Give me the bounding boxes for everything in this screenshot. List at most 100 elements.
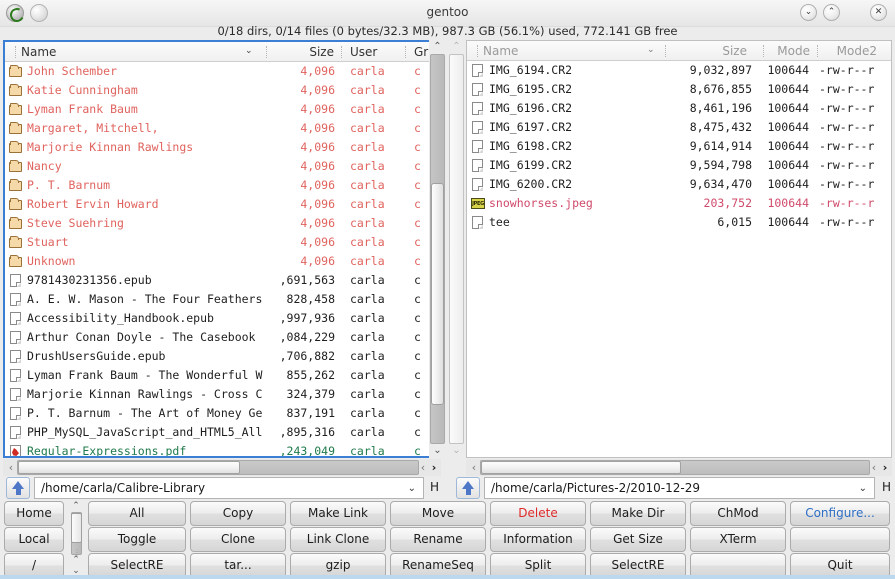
right-h-label[interactable]: H: [882, 480, 891, 494]
table-row[interactable]: Katie Cunningham 4,096 carla c: [5, 81, 439, 100]
table-row[interactable]: Marjorie Kinnan Rawlings 4,096 carla c: [5, 138, 439, 157]
right-col-size[interactable]: Size: [707, 44, 747, 58]
right-file-list[interactable]: IMG_6194.CR2 9,032,897 100644 -rw-r--r IMG_6…: [467, 61, 891, 457]
table-row[interactable]: snowhorses.jpeg 203,752 100644 -rw-r--r: [467, 194, 891, 213]
hscroll-thumb[interactable]: [18, 461, 240, 474]
table-row[interactable]: Stuart 4,096 carla c: [5, 233, 439, 252]
hscroll-track-r[interactable]: [480, 460, 870, 475]
cmd-link-clone-button[interactable]: Link Clone: [290, 527, 386, 552]
cmd-toggle-button[interactable]: Toggle: [88, 527, 186, 552]
cmd-empty-button[interactable]: [790, 527, 890, 552]
cmd-chmod-button[interactable]: ChMod: [690, 501, 786, 526]
left-path-caret-icon[interactable]: ⌄: [408, 483, 416, 494]
table-row[interactable]: PHP_MySQL_JavaScript_and_HTML5_All ,895,3…: [5, 423, 439, 442]
table-row[interactable]: Robert Ervin Howard 4,096 carla c: [5, 195, 439, 214]
cell-name: IMG_6198.CR2: [489, 139, 573, 153]
left-path-combo[interactable]: /home/carla/Calibre-Library ⌄: [34, 477, 424, 499]
cell-size: 8,676,855: [689, 82, 752, 96]
cmd-make-dir-button[interactable]: Make Dir: [590, 501, 686, 526]
hscroll-left-icon-r[interactable]: ‹: [468, 460, 480, 475]
right-col-mode2[interactable]: Mode2: [827, 44, 877, 58]
table-row[interactable]: Steve Suehring 4,096 carla c: [5, 214, 439, 233]
vscroll-track-secondary[interactable]: [449, 54, 464, 444]
right-path-combo[interactable]: /home/carla/Pictures-2/2010-12-29 ⌄: [484, 477, 875, 499]
cmd-information-button[interactable]: Information: [490, 527, 586, 552]
table-row[interactable]: IMG_6199.CR2 9,594,798 100644 -rw-r--r: [467, 156, 891, 175]
slider-up-icon[interactable]: ⌃: [68, 501, 84, 512]
scroll-up-icon-secondary[interactable]: ⌃: [448, 40, 465, 54]
close-button[interactable]: ✕: [870, 4, 887, 21]
cmd-copy-button[interactable]: Copy: [190, 501, 286, 526]
panel-size-slider[interactable]: ⌃ ⋮ ⌃ ⌄: [68, 501, 84, 577]
hscroll-track[interactable]: [17, 460, 419, 475]
vscroll-track[interactable]: [430, 54, 445, 444]
quick-nav-home-button[interactable]: Home: [4, 501, 64, 526]
cmd-get-size-button[interactable]: Get Size: [590, 527, 686, 552]
scroll-down-icon[interactable]: ⌄: [429, 444, 446, 458]
table-row[interactable]: John Schember 4,096 carla c: [5, 62, 439, 81]
left-panel-vscrollbar-secondary[interactable]: ⌃ ⌄: [448, 40, 465, 458]
table-row[interactable]: Nancy 4,096 carla c: [5, 157, 439, 176]
left-col-size[interactable]: Size: [300, 45, 334, 59]
table-row[interactable]: Arthur Conan Doyle - The Casebook ,084,22…: [5, 328, 439, 347]
table-row[interactable]: DrushUsersGuide.epub ,706,882 carla c: [5, 347, 439, 366]
cmd-make-link-button[interactable]: Make Link: [290, 501, 386, 526]
table-row[interactable]: IMG_6196.CR2 8,461,196 100644 -rw-r--r: [467, 99, 891, 118]
left-sort-caret-icon[interactable]: ⌄: [245, 47, 254, 56]
right-column-header: Name ⌄ Size Mode Mode2: [467, 41, 891, 61]
right-panel-hscrollbar[interactable]: ‹ ‹ ›: [466, 459, 892, 476]
scroll-down-icon-secondary[interactable]: ⌄: [448, 444, 465, 458]
left-h-label[interactable]: H: [430, 480, 439, 494]
table-row[interactable]: Unknown 4,096 carla c: [5, 252, 439, 271]
slider-thumb[interactable]: [71, 513, 82, 543]
table-row[interactable]: P. T. Barnum - The Art of Money Ge 837,19…: [5, 404, 439, 423]
vscroll-thumb[interactable]: [431, 183, 444, 405]
quick-nav-local-button[interactable]: Local: [4, 527, 64, 552]
cmd-configure-button[interactable]: Configure...: [790, 501, 890, 526]
table-row[interactable]: Marjorie Kinnan Rawlings - Cross C 324,37…: [5, 385, 439, 404]
table-row[interactable]: IMG_6195.CR2 8,676,855 100644 -rw-r--r: [467, 80, 891, 99]
left-col-group[interactable]: Gr: [414, 45, 428, 59]
table-row[interactable]: Regular-Expressions.pdf ,243,049 carla c: [5, 442, 439, 456]
table-row[interactable]: Accessibility_Handbook.epub ,997,936 carla…: [5, 309, 439, 328]
cell-size: 203,752: [703, 196, 752, 210]
hscroll-right-icon-rb[interactable]: ›: [879, 460, 891, 475]
cmd-xterm-button[interactable]: XTerm: [690, 527, 786, 552]
left-col-user[interactable]: User: [350, 45, 377, 59]
table-row[interactable]: A. E. W. Mason - The Four Feathers 828,45…: [5, 290, 439, 309]
table-row[interactable]: IMG_6200.CR2 9,634,470 100644 -rw-r--r: [467, 175, 891, 194]
table-row[interactable]: P. T. Barnum 4,096 carla c: [5, 176, 439, 195]
hscroll-right-icon-b[interactable]: ›: [428, 460, 440, 475]
left-col-name[interactable]: Name: [21, 45, 56, 59]
table-row[interactable]: IMG_6198.CR2 9,614,914 100644 -rw-r--r: [467, 137, 891, 156]
scroll-up-icon[interactable]: ⌃: [429, 40, 446, 54]
right-col-mode[interactable]: Mode: [770, 44, 810, 58]
cell-size: 4,096: [300, 102, 335, 116]
table-row[interactable]: Lyman Frank Baum 4,096 carla c: [5, 100, 439, 119]
left-path-row: /home/carla/Calibre-Library ⌄ H: [0, 477, 448, 499]
table-row[interactable]: 9781430231356.epub ,691,563 carla c: [5, 271, 439, 290]
right-col-name[interactable]: Name: [483, 44, 518, 58]
table-row[interactable]: tee 6,015 100644 -rw-r--r: [467, 213, 891, 232]
right-sort-caret-icon[interactable]: ⌄: [647, 46, 656, 55]
table-row[interactable]: IMG_6197.CR2 8,475,432 100644 -rw-r--r: [467, 118, 891, 137]
left-go-up-button[interactable]: [6, 477, 30, 499]
table-row[interactable]: Lyman Frank Baum - The Wonderful W 855,26…: [5, 366, 439, 385]
table-row[interactable]: Margaret, Mitchell, 4,096 carla c: [5, 119, 439, 138]
maximize-button[interactable]: ⌃: [823, 4, 840, 21]
right-path-caret-icon[interactable]: ⌄: [859, 483, 867, 494]
cmd-delete-button[interactable]: Delete: [490, 501, 586, 526]
minimize-button[interactable]: ⌄: [800, 4, 817, 21]
hscroll-left-icon[interactable]: ‹: [5, 460, 17, 475]
hscroll-thumb-r[interactable]: [481, 461, 681, 474]
cmd-clone-button[interactable]: Clone: [190, 527, 286, 552]
cmd-all-button[interactable]: All: [88, 501, 186, 526]
right-go-up-button[interactable]: [456, 477, 480, 499]
slider-down-icon-a[interactable]: ⌃: [68, 555, 84, 566]
left-panel-vscrollbar[interactable]: ⌃ ⌄: [429, 40, 446, 458]
cmd-move-button[interactable]: Move: [390, 501, 486, 526]
cmd-rename-button[interactable]: Rename: [390, 527, 486, 552]
table-row[interactable]: IMG_6194.CR2 9,032,897 100644 -rw-r--r: [467, 61, 891, 80]
left-panel-hscrollbar[interactable]: ‹ ‹ ›: [3, 459, 441, 476]
left-file-list[interactable]: John Schember 4,096 carla c Katie Cunningham…: [5, 62, 439, 456]
